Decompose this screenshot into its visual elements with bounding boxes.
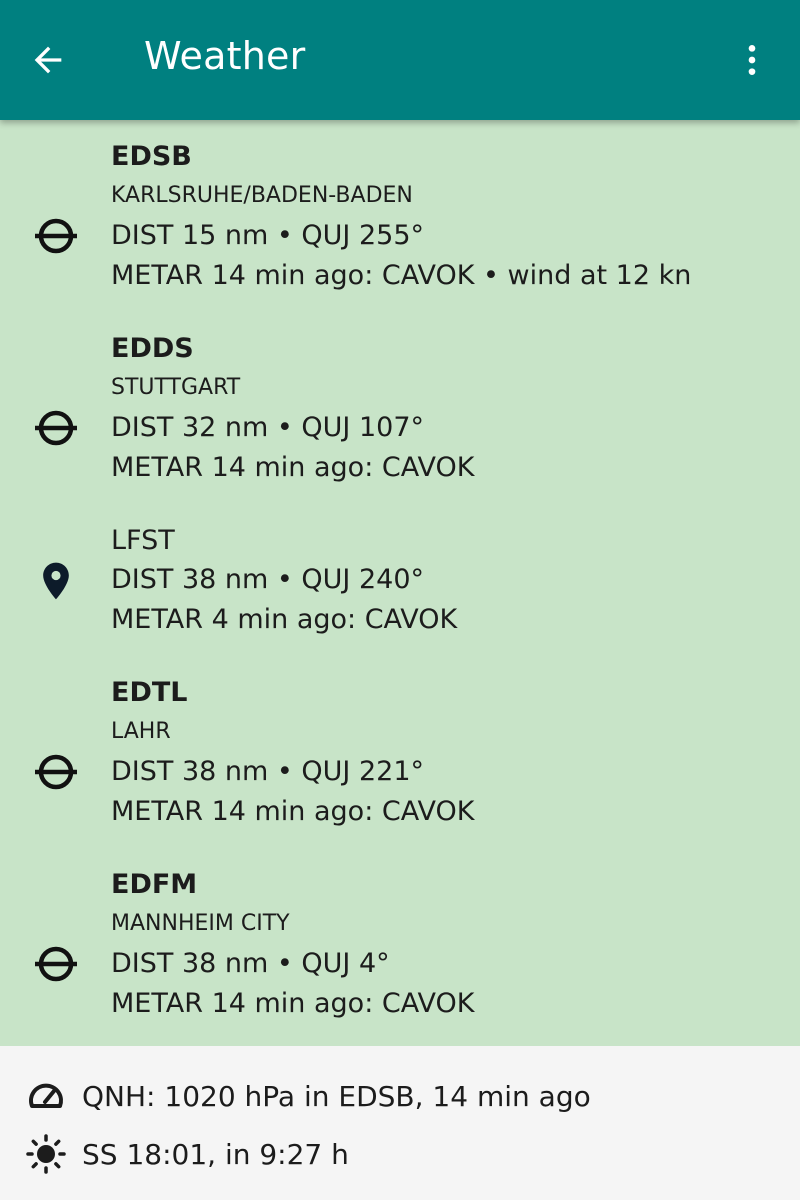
- station-name: KARLSRUHE/BADEN-BADEN: [111, 183, 413, 208]
- station-metar: METAR 14 min ago: CAVOK: [111, 988, 475, 1019]
- station-metar: METAR 14 min ago: CAVOK: [111, 452, 475, 483]
- gauge-icon: [24, 1074, 68, 1118]
- sunset-row: SS 18:01, in 9:27 h: [24, 1132, 349, 1176]
- app-bar: Weather: [0, 0, 800, 120]
- station-metar: METAR 14 min ago: CAVOK • wind at 12 kn: [111, 260, 692, 291]
- station-name: STUTTGART: [111, 375, 241, 400]
- sun-icon: [24, 1132, 68, 1176]
- station-list: EDSB KARLSRUHE/BADEN-BADEN DIST 15 nm • …: [0, 120, 800, 1046]
- station-distance: DIST 38 nm • QUJ 221°: [111, 756, 425, 787]
- station-item-edtl[interactable]: EDTL LAHR DIST 38 nm • QUJ 221° METAR 14…: [0, 674, 800, 846]
- station-distance: DIST 38 nm • QUJ 4°: [111, 948, 390, 979]
- station-name: MANNHEIM CITY: [111, 911, 290, 936]
- location-pin-icon: [30, 555, 82, 607]
- qnh-text: QNH: 1020 hPa in EDSB, 14 min ago: [82, 1079, 591, 1113]
- station-distance: DIST 32 nm • QUJ 107°: [111, 412, 425, 443]
- station-item-edsb[interactable]: EDSB KARLSRUHE/BADEN-BADEN DIST 15 nm • …: [0, 138, 800, 310]
- station-item-edfm[interactable]: EDFM MANNHEIM CITY DIST 38 nm • QUJ 4° M…: [0, 866, 800, 1038]
- status-footer: QNH: 1020 hPa in EDSB, 14 min ago SS 18:…: [0, 1046, 800, 1200]
- airfield-icon: [30, 402, 82, 454]
- station-metar: METAR 14 min ago: CAVOK: [111, 796, 475, 827]
- station-name: LAHR: [111, 719, 171, 744]
- more-vert-icon: [748, 45, 756, 75]
- arrow-back-icon: [34, 46, 62, 74]
- station-code: EDSB: [111, 141, 192, 172]
- page-title: Weather: [144, 34, 306, 78]
- sunset-text: SS 18:01, in 9:27 h: [82, 1137, 349, 1171]
- station-code: EDTL: [111, 677, 188, 708]
- station-code: LFST: [111, 525, 175, 556]
- station-item-lfst[interactable]: LFST DIST 38 nm • QUJ 240° METAR 4 min a…: [0, 522, 800, 644]
- airfield-icon: [30, 210, 82, 262]
- station-item-edds[interactable]: EDDS STUTTGART DIST 32 nm • QUJ 107° MET…: [0, 330, 800, 502]
- station-code: EDFM: [111, 869, 198, 900]
- station-distance: DIST 15 nm • QUJ 255°: [111, 220, 425, 251]
- overflow-menu-button[interactable]: [728, 36, 776, 84]
- station-metar: METAR 4 min ago: CAVOK: [111, 604, 458, 635]
- station-code: EDDS: [111, 333, 194, 364]
- airfield-icon: [30, 938, 82, 990]
- back-button[interactable]: [24, 36, 72, 84]
- qnh-row: QNH: 1020 hPa in EDSB, 14 min ago: [24, 1074, 591, 1118]
- airfield-icon: [30, 746, 82, 798]
- station-distance: DIST 38 nm • QUJ 240°: [111, 564, 425, 595]
